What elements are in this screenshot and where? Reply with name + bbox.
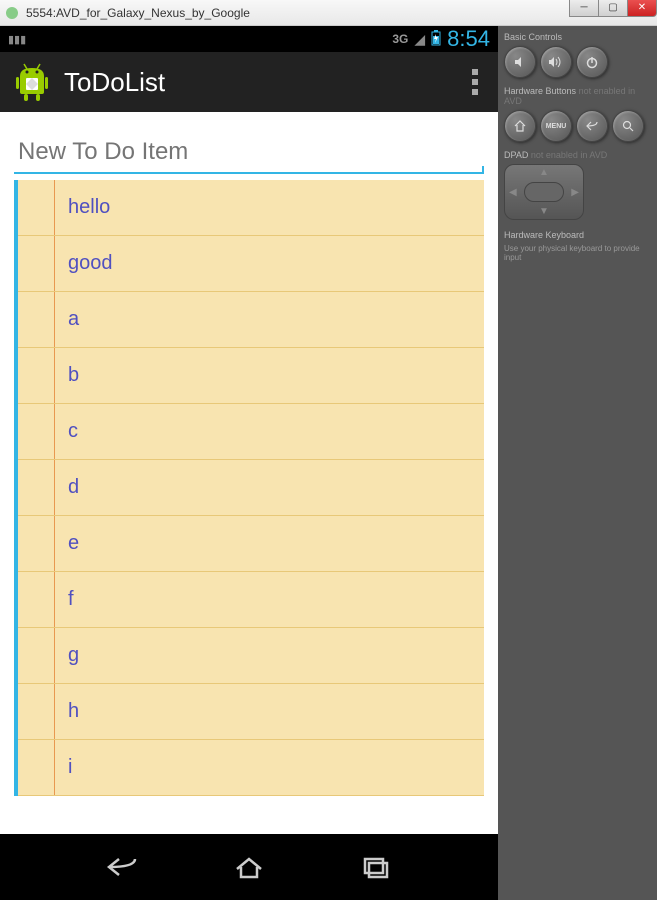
clock: 8:54	[447, 26, 490, 52]
emu-menu-button[interactable]: MENU	[540, 110, 572, 142]
power-button[interactable]	[576, 46, 608, 78]
debug-icon: ▮▮▮	[8, 33, 26, 46]
emu-search-button[interactable]	[612, 110, 644, 142]
todo-list[interactable]: hellogoodabcdefghi	[14, 180, 484, 796]
basic-controls-label: Basic Controls	[504, 32, 651, 42]
battery-icon	[431, 30, 441, 49]
network-indicator: 3G	[392, 32, 408, 46]
window-title: 5554:AVD_for_Galaxy_Nexus_by_Google	[26, 6, 653, 20]
list-item[interactable]: a	[18, 292, 484, 348]
new-todo-input[interactable]	[14, 132, 484, 174]
app-action-bar: ToDoList	[0, 52, 498, 112]
dpad-left-icon: ◀	[509, 187, 517, 198]
hw-keyboard-hint: Use your physical keyboard to provide in…	[504, 244, 651, 262]
overflow-menu-button[interactable]	[464, 61, 486, 103]
emu-back-button[interactable]	[576, 110, 608, 142]
android-nav-bar	[0, 834, 498, 900]
list-item[interactable]: hello	[18, 180, 484, 236]
hw-keyboard-label: Hardware Keyboard	[504, 230, 651, 240]
hw-buttons-label: Hardware Buttons not enabled in AVD	[504, 86, 651, 106]
window-controls: ─ ▢ ✕	[570, 0, 657, 17]
content-area: hellogoodabcdefghi	[0, 112, 498, 834]
dpad-label: DPAD not enabled in AVD	[504, 150, 651, 160]
app-icon	[12, 62, 52, 102]
minimize-button[interactable]: ─	[569, 0, 599, 17]
back-button[interactable]	[93, 847, 153, 887]
volume-down-button[interactable]	[504, 46, 536, 78]
dpad-center-button[interactable]	[524, 182, 564, 202]
list-item[interactable]: e	[18, 516, 484, 572]
list-item[interactable]: f	[18, 572, 484, 628]
phone-screen: ▮▮▮ 3G ◢ 8:54	[0, 26, 498, 900]
recent-apps-button[interactable]	[345, 847, 405, 887]
list-item[interactable]: h	[18, 684, 484, 740]
emulator-control-panel: Basic Controls Hardware Buttons not enab…	[498, 26, 657, 900]
list-item[interactable]: i	[18, 740, 484, 796]
emu-home-button[interactable]	[504, 110, 536, 142]
android-status-bar[interactable]: ▮▮▮ 3G ◢ 8:54	[0, 26, 498, 52]
signal-icon: ◢	[414, 31, 425, 48]
window-titlebar: 5554:AVD_for_Galaxy_Nexus_by_Google ─ ▢ …	[0, 0, 657, 26]
dpad[interactable]: ▲ ▼ ◀ ▶	[504, 164, 584, 220]
list-item[interactable]: b	[18, 348, 484, 404]
maximize-button[interactable]: ▢	[598, 0, 628, 17]
list-item[interactable]: d	[18, 460, 484, 516]
dpad-up-icon: ▲	[539, 167, 549, 178]
volume-up-button[interactable]	[540, 46, 572, 78]
window-app-icon	[4, 5, 20, 21]
home-button[interactable]	[219, 847, 279, 887]
dpad-down-icon: ▼	[539, 206, 549, 217]
list-item[interactable]: c	[18, 404, 484, 460]
app-title: ToDoList	[64, 67, 464, 98]
list-item[interactable]: g	[18, 628, 484, 684]
list-item[interactable]: good	[18, 236, 484, 292]
dpad-right-icon: ▶	[571, 187, 579, 198]
close-button[interactable]: ✕	[627, 0, 657, 17]
